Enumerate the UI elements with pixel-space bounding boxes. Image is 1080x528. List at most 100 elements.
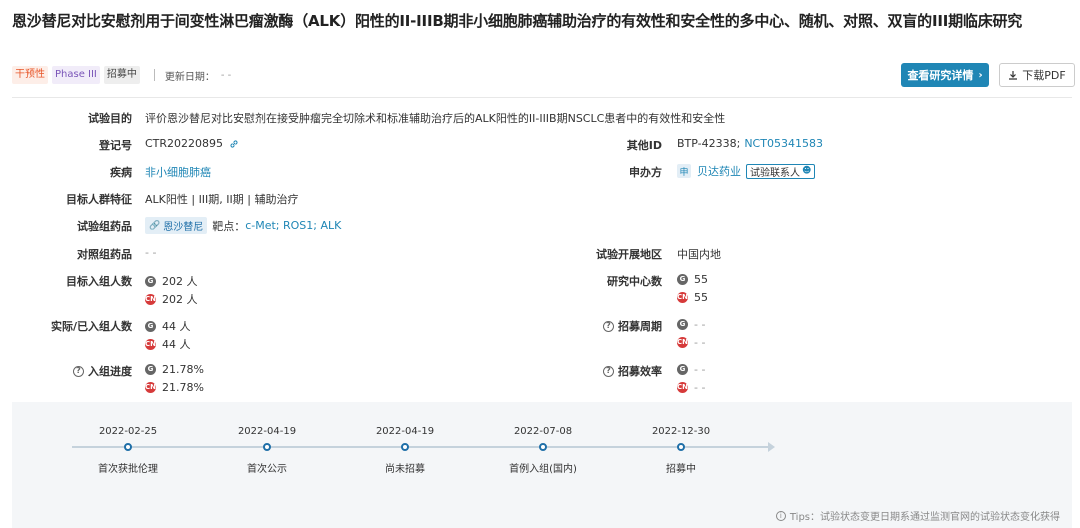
tips-text: Tips：试验状态变更日期系通过监测官网的试验状态变化获得 [789,512,1060,523]
view-details-button[interactable]: 查看研究详情 › [901,63,989,87]
recruit-period-global-value: - - [694,318,706,331]
trial-contact-label: 试验联系人 [750,167,800,179]
other-id-field: BTP-42338; NCT05341583 [677,137,823,150]
actual-enroll-label: 实际/已入组人数 [50,320,132,333]
timeline-date: 2022-04-19 [375,426,435,437]
timeline-label: 首次获批伦理 [98,464,158,475]
timeline-dot [539,443,547,451]
global-source-icon: G [677,364,688,375]
region-label: 试验开展地区 [596,248,662,261]
progress-global-value: 21.78% [162,363,204,376]
update-date-label: 更新日期： [164,71,215,83]
timeline-dot [263,443,271,451]
view-details-label: 查看研究详情 [907,69,974,82]
efficiency-label: ? 招募效率 [570,363,662,379]
timeline-date: 2022-07-08 [513,426,573,437]
reg-no-field: CTR20220895 [145,137,240,150]
download-pdf-button[interactable]: 下载PDF [999,63,1075,87]
reg-no-label: 登记号 [99,139,132,152]
actual-enroll-global: G 44 人 [145,318,191,334]
population-label: 目标人群特征 [66,193,132,206]
status-timeline: 2022-02-25 首次获批伦理 2022-04-19 首次公示 2022-0… [12,402,1072,528]
efficiency-cn-value: - - [694,381,706,394]
centers-label: 研究中心数 [607,275,662,288]
disease-field: 非小细胞肺癌 [145,164,211,180]
tips-note: i Tips：试验状态变更日期系通过监测官网的试验状态变化获得 [775,508,1060,523]
help-icon[interactable]: ? [73,365,84,377]
china-source-icon: CN [145,293,156,305]
sponsor-field: 申 贝达药业 试验联系人 ☻ [677,163,816,179]
centers-cn-value: 55 [694,291,708,304]
timeline-date: 2022-04-19 [237,426,297,437]
progress-cn: CN 21.78% [145,381,204,394]
progress-label-text: 入组进度 [88,365,132,378]
disease-link[interactable]: 非小细胞肺癌 [145,164,211,180]
progress-label: ? 入组进度 [40,363,132,379]
global-source-icon: G [145,364,156,375]
centers-global-value: 55 [694,273,708,286]
centers-cn: CN 55 [677,291,708,304]
header-divider [12,97,1072,98]
sponsor-link[interactable]: 贝达药业 [697,163,741,179]
timeline-label: 首次公示 [247,464,287,475]
tag-phase: Phase III [52,66,100,84]
timeline-label: 尚未招募 [385,464,425,475]
drug-chip[interactable]: 🔗 恩沙替尼 [145,217,208,234]
link-icon: 🔗 [149,220,161,231]
control-drug-value: - - [145,246,157,259]
person-icon: ☻ [802,166,812,176]
trial-contact-button[interactable]: 试验联系人 ☻ [746,163,816,179]
timeline-line [72,446,772,448]
timeline-arrow-icon [768,442,775,452]
help-icon[interactable]: ? [603,320,614,332]
nct-link[interactable]: NCT05341583 [744,137,823,150]
control-drug-label: 对照组药品 [77,248,132,261]
other-id-label: 其他ID [626,139,662,152]
divider [153,69,155,81]
recruit-period-label-text: 招募周期 [618,320,662,333]
efficiency-global-value: - - [694,363,706,376]
timeline-dot [401,443,409,451]
purpose-label: 试验目的 [88,112,132,125]
chevron-right-icon: › [978,69,983,81]
target-enroll-cn: CN 202 人 [145,291,198,307]
target-enroll-global-value: 202 人 [162,275,198,288]
global-source-icon: G [145,275,156,287]
reg-no-value: CTR20220895 [145,137,224,150]
china-source-icon: CN [677,337,688,348]
status-tags: 干预性 Phase III 招募中 更新日期： - - [12,66,231,84]
drug-name: 恩沙替尼 [163,222,204,233]
global-source-icon: G [145,320,156,332]
recruit-period-global: G- - [677,318,705,331]
tag-intervention: 干预性 [12,66,48,84]
efficiency-global: G- - [677,363,705,376]
download-icon [1009,71,1018,80]
other-id-prefix: BTP-42338; [677,137,741,150]
recruit-period-cn: CN - - [677,336,705,349]
target-enroll-cn-value: 202 人 [162,293,198,306]
efficiency-label-text: 招募效率 [618,365,662,378]
timeline-label: 首例入组(国内) [509,464,577,475]
progress-cn-value: 21.78% [162,381,204,394]
actual-enroll-cn-value: 44 人 [162,338,191,351]
info-icon: i [775,510,786,521]
help-icon[interactable]: ? [603,365,614,377]
centers-global: G 55 [677,273,708,286]
recruit-period-cn-value: - - [694,336,706,349]
timeline-date: 2022-02-25 [98,426,158,437]
target-label: 靶点： [212,219,246,233]
timeline-dot [677,443,685,451]
actual-enroll-cn: CN 44 人 [145,336,191,352]
target-enroll-label: 目标入组人数 [66,275,132,288]
sponsor-badge: 申 [677,164,691,178]
target-enroll-global: G 202 人 [145,273,198,289]
link-icon[interactable] [228,138,240,150]
test-drug-field: 🔗 恩沙替尼 靶点： c-Met; ROS1; ALK [145,217,341,234]
update-date-value: - - [220,69,232,81]
timeline-dot [124,443,132,451]
china-source-icon: CN [677,292,688,303]
timeline-date: 2022-12-30 [651,426,711,437]
region-value: 中国内地 [677,248,721,261]
targets-link[interactable]: c-Met; ROS1; ALK [245,219,341,232]
global-source-icon: G [677,274,688,285]
